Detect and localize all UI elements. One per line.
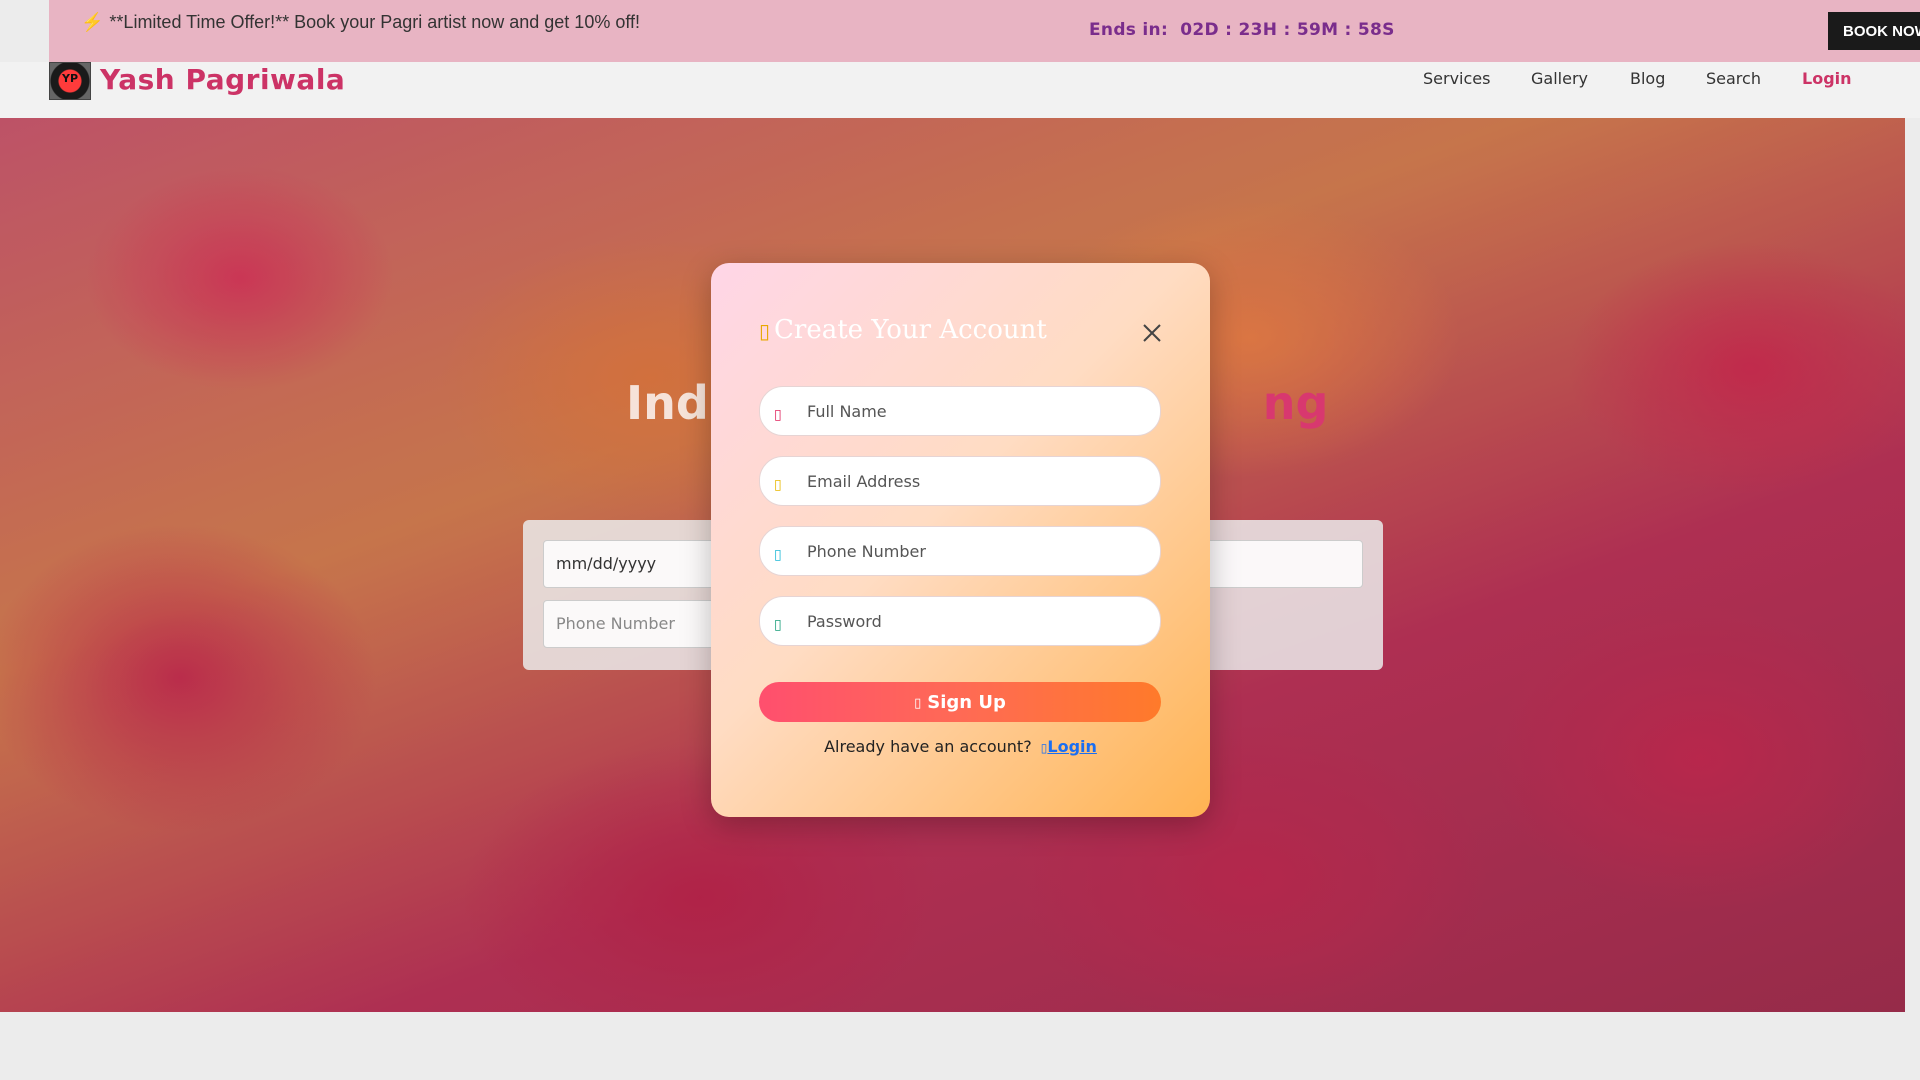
signup-button[interactable]: ▯ Sign Up (759, 682, 1161, 722)
countdown-seconds: 58S (1357, 20, 1395, 40)
lightning-icon: ⚡ (81, 12, 104, 32)
countdown-hours: 23H (1238, 20, 1278, 40)
login-prompt-text: Already have an account? (824, 737, 1032, 756)
page: ⚡ **Limited Time Offer!** Book your Pagri… (0, 0, 1920, 1080)
login-prompt: Already have an account? ▯Login (711, 737, 1210, 756)
phone-input[interactable] (807, 527, 1147, 575)
modal-title: ▯ Create Your Account (759, 315, 1047, 345)
user-plus-icon: ▯ (759, 319, 771, 343)
nav-link-services[interactable]: Services (1423, 69, 1490, 88)
offer-bar: ⚡ **Limited Time Offer!** Book your Pagri… (49, 0, 1920, 62)
email-field: ▯ (759, 456, 1161, 506)
lock-icon: ▯ (774, 617, 782, 633)
nav-links: Services Gallery Blog Search Login (0, 69, 1920, 93)
countdown-timer: Ends in: 02D : 23H : 59M : 58S (1089, 20, 1395, 40)
envelope-icon: ▯ (774, 477, 782, 493)
close-button[interactable] (1140, 321, 1164, 345)
nav-link-search[interactable]: Search (1706, 69, 1761, 88)
login-link[interactable]: Login (1047, 737, 1097, 756)
signup-icon: ▯ (914, 695, 922, 711)
signup-button-label: Sign Up (927, 691, 1006, 713)
offer-text: ⚡ **Limited Time Offer!** Book your Pagri… (81, 12, 640, 33)
full-name-input[interactable] (807, 387, 1147, 435)
password-input[interactable] (807, 597, 1147, 645)
phone-icon: ▯ (774, 547, 782, 563)
offer-message: **Limited Time Offer!** Book your Pagri … (109, 12, 641, 32)
full-name-field: ▯ (759, 386, 1161, 436)
navbar: YP Yash Pagriwala Services Gallery Blog … (0, 62, 1920, 118)
nav-link-login[interactable]: Login (1802, 69, 1852, 88)
nav-link-blog[interactable]: Blog (1630, 69, 1665, 88)
countdown-label: Ends in: (1089, 20, 1169, 40)
user-icon: ▯ (774, 407, 782, 423)
countdown-days: 02D (1180, 20, 1219, 40)
booking-field-right[interactable] (1203, 540, 1363, 588)
signup-modal: ▯Create Your Account ▯ ▯ ▯ ▯ ▯Sign Up (711, 263, 1210, 817)
book-now-button[interactable]: BOOK NOW (1828, 12, 1920, 50)
close-icon (1143, 324, 1161, 342)
modal-title-text: Create Your Account (774, 315, 1047, 345)
password-field: ▯ (759, 596, 1161, 646)
countdown-minutes: 59M (1296, 20, 1339, 40)
email-input[interactable] (807, 457, 1147, 505)
hero-title-start: Ind (626, 376, 709, 430)
phone-field: ▯ (759, 526, 1161, 576)
nav-link-gallery[interactable]: Gallery (1531, 69, 1588, 88)
hero-title-end: ng (1262, 376, 1329, 430)
